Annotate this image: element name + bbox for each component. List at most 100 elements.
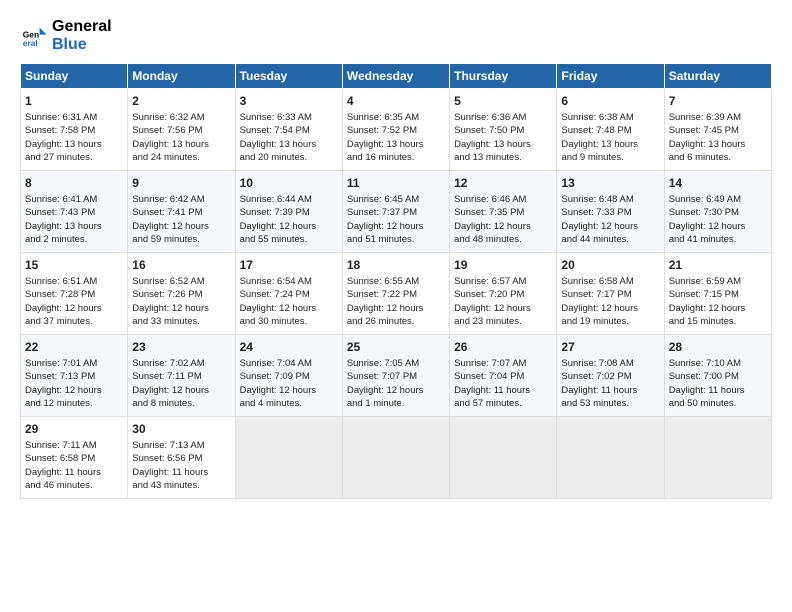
cell-line: and 33 minutes. — [132, 315, 230, 328]
day-number: 13 — [561, 175, 659, 192]
cell-line: and 23 minutes. — [454, 315, 552, 328]
calendar-cell: 12Sunrise: 6:46 AMSunset: 7:35 PMDayligh… — [450, 171, 557, 253]
cell-line: Daylight: 12 hours — [347, 302, 445, 315]
cell-line: Sunset: 7:00 PM — [669, 370, 767, 383]
cell-line: Sunset: 7:13 PM — [25, 370, 123, 383]
cell-line: and 24 minutes. — [132, 151, 230, 164]
calendar-week-4: 22Sunrise: 7:01 AMSunset: 7:13 PMDayligh… — [21, 335, 772, 417]
calendar-cell: 21Sunrise: 6:59 AMSunset: 7:15 PMDayligh… — [664, 253, 771, 335]
header: Gen eral General Blue — [20, 18, 772, 53]
cell-line: Sunrise: 6:55 AM — [347, 275, 445, 288]
cell-line: and 43 minutes. — [132, 479, 230, 492]
cell-line: Sunrise: 6:45 AM — [347, 193, 445, 206]
cell-line: Sunrise: 6:36 AM — [454, 111, 552, 124]
cell-line: Sunset: 7:17 PM — [561, 288, 659, 301]
calendar-cell: 26Sunrise: 7:07 AMSunset: 7:04 PMDayligh… — [450, 335, 557, 417]
day-number: 23 — [132, 339, 230, 356]
cell-line: Sunset: 7:43 PM — [25, 206, 123, 219]
cell-line: Daylight: 12 hours — [669, 302, 767, 315]
day-number: 27 — [561, 339, 659, 356]
cell-line: and 53 minutes. — [561, 397, 659, 410]
cell-line: Sunrise: 6:32 AM — [132, 111, 230, 124]
calendar-cell: 14Sunrise: 6:49 AMSunset: 7:30 PMDayligh… — [664, 171, 771, 253]
calendar-body: 1Sunrise: 6:31 AMSunset: 7:58 PMDaylight… — [21, 89, 772, 499]
calendar-cell: 23Sunrise: 7:02 AMSunset: 7:11 PMDayligh… — [128, 335, 235, 417]
cell-line: Daylight: 11 hours — [132, 466, 230, 479]
calendar-cell: 11Sunrise: 6:45 AMSunset: 7:37 PMDayligh… — [342, 171, 449, 253]
calendar-cell: 28Sunrise: 7:10 AMSunset: 7:00 PMDayligh… — [664, 335, 771, 417]
cell-line: Sunrise: 6:49 AM — [669, 193, 767, 206]
cell-line: Sunset: 7:54 PM — [240, 124, 338, 137]
calendar-cell: 27Sunrise: 7:08 AMSunset: 7:02 PMDayligh… — [557, 335, 664, 417]
cell-line: Daylight: 12 hours — [132, 220, 230, 233]
cell-line: Sunset: 7:11 PM — [132, 370, 230, 383]
logo: Gen eral General Blue — [20, 18, 112, 53]
day-number: 3 — [240, 93, 338, 110]
day-number: 24 — [240, 339, 338, 356]
weekday-header-friday: Friday — [557, 64, 664, 89]
cell-line: and 8 minutes. — [132, 397, 230, 410]
cell-line: Sunset: 7:24 PM — [240, 288, 338, 301]
cell-line: Daylight: 13 hours — [25, 138, 123, 151]
cell-line: Daylight: 12 hours — [132, 384, 230, 397]
cell-line: Daylight: 12 hours — [132, 302, 230, 315]
cell-line: Sunrise: 6:44 AM — [240, 193, 338, 206]
day-number: 15 — [25, 257, 123, 274]
calendar-cell: 8Sunrise: 6:41 AMSunset: 7:43 PMDaylight… — [21, 171, 128, 253]
cell-line: Daylight: 12 hours — [561, 220, 659, 233]
day-number: 21 — [669, 257, 767, 274]
day-number: 7 — [669, 93, 767, 110]
cell-line: Sunset: 7:04 PM — [454, 370, 552, 383]
calendar-table: SundayMondayTuesdayWednesdayThursdayFrid… — [20, 63, 772, 499]
cell-line: Daylight: 11 hours — [669, 384, 767, 397]
cell-line: Sunset: 6:56 PM — [132, 452, 230, 465]
cell-line: and 6 minutes. — [669, 151, 767, 164]
cell-line: Daylight: 12 hours — [347, 220, 445, 233]
cell-line: Sunrise: 6:41 AM — [25, 193, 123, 206]
cell-line: Sunset: 7:30 PM — [669, 206, 767, 219]
cell-line: and 55 minutes. — [240, 233, 338, 246]
cell-line: Daylight: 12 hours — [454, 302, 552, 315]
cell-line: and 4 minutes. — [240, 397, 338, 410]
day-number: 17 — [240, 257, 338, 274]
cell-line: Daylight: 11 hours — [561, 384, 659, 397]
calendar-week-1: 1Sunrise: 6:31 AMSunset: 7:58 PMDaylight… — [21, 89, 772, 171]
day-number: 9 — [132, 175, 230, 192]
calendar-week-3: 15Sunrise: 6:51 AMSunset: 7:28 PMDayligh… — [21, 253, 772, 335]
day-number: 26 — [454, 339, 552, 356]
cell-line: and 57 minutes. — [454, 397, 552, 410]
calendar-cell: 10Sunrise: 6:44 AMSunset: 7:39 PMDayligh… — [235, 171, 342, 253]
cell-line: Sunrise: 6:57 AM — [454, 275, 552, 288]
cell-line: and 16 minutes. — [347, 151, 445, 164]
day-number: 20 — [561, 257, 659, 274]
weekday-header-thursday: Thursday — [450, 64, 557, 89]
cell-line: and 27 minutes. — [25, 151, 123, 164]
cell-line: Daylight: 13 hours — [132, 138, 230, 151]
cell-line: and 2 minutes. — [25, 233, 123, 246]
calendar-cell: 13Sunrise: 6:48 AMSunset: 7:33 PMDayligh… — [557, 171, 664, 253]
cell-line: Daylight: 13 hours — [454, 138, 552, 151]
cell-line: and 50 minutes. — [669, 397, 767, 410]
cell-line: Sunset: 7:26 PM — [132, 288, 230, 301]
cell-line: Sunset: 7:56 PM — [132, 124, 230, 137]
cell-line: Daylight: 11 hours — [454, 384, 552, 397]
cell-line: Sunset: 7:41 PM — [132, 206, 230, 219]
cell-line: Sunset: 7:22 PM — [347, 288, 445, 301]
day-number: 4 — [347, 93, 445, 110]
cell-line: and 12 minutes. — [25, 397, 123, 410]
cell-line: Daylight: 12 hours — [25, 384, 123, 397]
cell-line: and 44 minutes. — [561, 233, 659, 246]
calendar-cell: 17Sunrise: 6:54 AMSunset: 7:24 PMDayligh… — [235, 253, 342, 335]
cell-line: and 51 minutes. — [347, 233, 445, 246]
day-number: 18 — [347, 257, 445, 274]
cell-line: and 37 minutes. — [25, 315, 123, 328]
cell-line: Sunrise: 6:59 AM — [669, 275, 767, 288]
calendar-cell — [342, 417, 449, 499]
calendar-cell: 25Sunrise: 7:05 AMSunset: 7:07 PMDayligh… — [342, 335, 449, 417]
cell-line: Sunset: 7:20 PM — [454, 288, 552, 301]
day-number: 6 — [561, 93, 659, 110]
logo-text: General Blue — [52, 18, 112, 53]
day-number: 2 — [132, 93, 230, 110]
calendar-cell: 22Sunrise: 7:01 AMSunset: 7:13 PMDayligh… — [21, 335, 128, 417]
day-number: 16 — [132, 257, 230, 274]
